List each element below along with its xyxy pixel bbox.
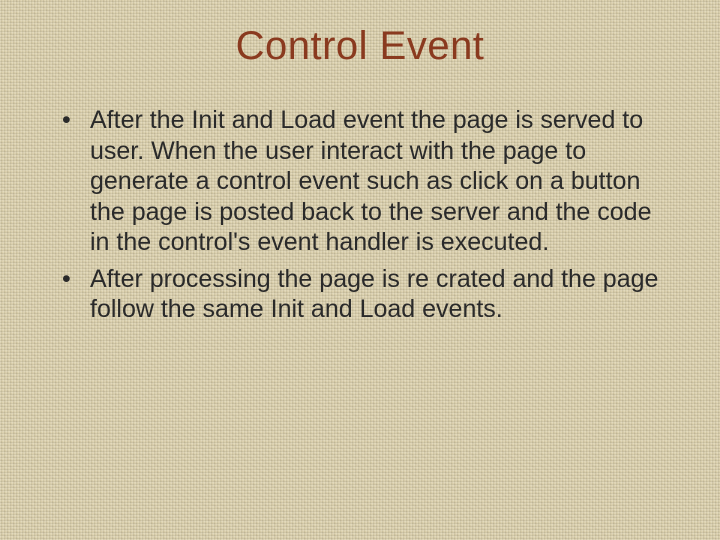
list-item: After processing the page is re crated a…	[84, 264, 664, 325]
list-item: After the Init and Load event the page i…	[84, 105, 664, 258]
bullet-list: After the Init and Load event the page i…	[56, 105, 664, 325]
bullet-text: After the Init and Load event the page i…	[90, 106, 652, 256]
bullet-text: After processing the page is re crated a…	[90, 265, 658, 324]
slide: Control Event After the Init and Load ev…	[0, 0, 720, 540]
slide-title: Control Event	[56, 24, 664, 69]
